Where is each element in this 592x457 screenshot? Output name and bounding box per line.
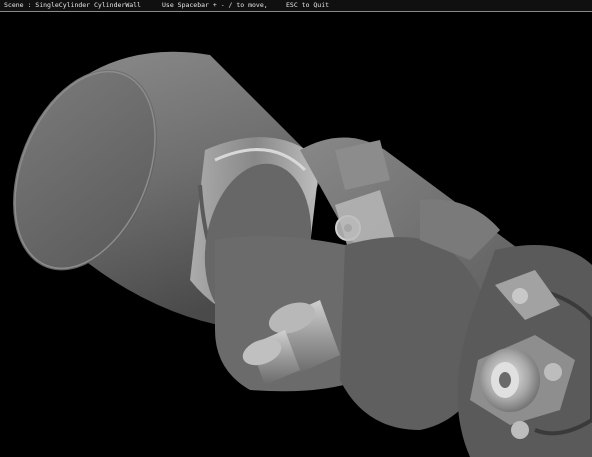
scene-label: Scene : SingleCylinder CylinderWall xyxy=(4,1,141,9)
app-window: Scene : SingleCylinder CylinderWall Use … xyxy=(0,0,592,457)
quit-hint: ESC to Quit xyxy=(286,1,330,9)
controls-hint: Use Spacebar + - / to move, xyxy=(162,1,268,9)
title-bar: Scene : SingleCylinder CylinderWall Use … xyxy=(0,0,592,12)
engine-render xyxy=(13,51,592,457)
3d-viewport[interactable] xyxy=(0,12,592,457)
